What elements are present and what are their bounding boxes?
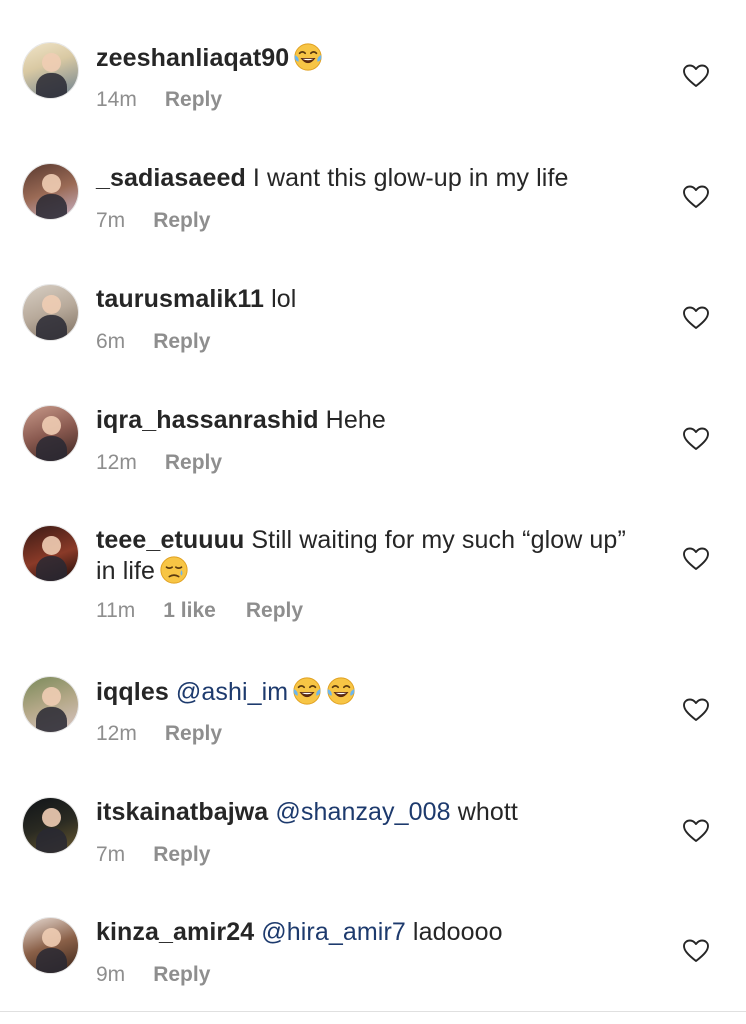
comment-timestamp: 12m <box>96 451 137 474</box>
reply-button[interactable]: Reply <box>165 450 222 476</box>
heart-outline-icon[interactable] <box>683 698 709 722</box>
reply-button[interactable]: Reply <box>153 329 210 355</box>
heart-outline-icon[interactable] <box>683 427 709 451</box>
comment-row: iqra_hassanrashid Hehe 12m Reply <box>0 405 746 525</box>
comment-username[interactable]: iqra_hassanrashid <box>96 406 319 434</box>
heart-outline-icon[interactable] <box>683 306 709 330</box>
comment-timestamp: 6m <box>96 330 126 353</box>
comment-timestamp: 11m <box>96 599 136 622</box>
comment-meta: 11m 1 like Reply <box>96 598 303 624</box>
comment-row: _sadiasaeed I want this glow-up in my li… <box>0 163 746 283</box>
comment-row: itskainatbajwa @shanzay_008 whott 7m Reply <box>0 797 746 917</box>
comment-row: kinza_amir24 @hira_amir7 ladoooo 9m Reply <box>0 917 746 1024</box>
comment-username[interactable]: _sadiasaeed <box>96 164 246 192</box>
comment-body: Hehe <box>318 406 386 434</box>
comment-row: iqqles @ashi_im 12m Reply <box>0 676 746 796</box>
comment-text: teee_etuuuu Still waiting for my such “g… <box>96 525 626 586</box>
comment-body <box>169 678 176 706</box>
heart-outline-icon[interactable] <box>683 64 709 88</box>
comment-meta: 6m Reply <box>96 329 210 355</box>
reply-button[interactable]: Reply <box>246 598 303 624</box>
reply-button[interactable]: Reply <box>165 721 222 747</box>
avatar[interactable] <box>22 525 79 582</box>
comment-text: kinza_amir24 @hira_amir7 ladoooo <box>96 917 626 947</box>
comment-row: taurusmalik11 lol 6m Reply <box>0 284 746 404</box>
comments-list: zeeshanliaqat90 14m Reply _sadiasaeed I wan… <box>0 0 746 1024</box>
comment-username[interactable]: kinza_amir24 <box>96 918 254 946</box>
comment-text: iqqles @ashi_im <box>96 676 626 707</box>
avatar[interactable] <box>22 405 79 462</box>
avatar[interactable] <box>22 797 79 854</box>
comment-username[interactable]: itskainatbajwa <box>96 798 268 826</box>
comment-meta: 9m Reply <box>96 962 210 988</box>
comment-body-after-mention: whott <box>450 798 518 826</box>
comment-text: zeeshanliaqat90 <box>96 42 626 73</box>
comment-meta: 12m Reply <box>96 450 222 476</box>
sleepy-face-emoji-icon <box>160 556 188 584</box>
comment-timestamp: 12m <box>96 722 137 745</box>
avatar[interactable] <box>22 917 79 974</box>
reply-button[interactable]: Reply <box>153 842 210 868</box>
tears-of-joy-emoji-icon <box>293 677 321 705</box>
comment-body-after-mention: ladoooo <box>405 918 503 946</box>
reply-button[interactable]: Reply <box>153 962 210 988</box>
comment-mention-link[interactable]: @hira_amir7 <box>261 918 406 946</box>
avatar[interactable] <box>22 284 79 341</box>
comment-text: _sadiasaeed I want this glow-up in my li… <box>96 163 626 193</box>
comment-meta: 12m Reply <box>96 721 222 747</box>
comment-username[interactable]: zeeshanliaqat90 <box>96 44 289 72</box>
comment-text: taurusmalik11 lol <box>96 284 626 314</box>
comment-meta: 14m Reply <box>96 87 222 113</box>
heart-outline-icon[interactable] <box>683 819 709 843</box>
comment-body: I want this glow-up in my life <box>245 164 569 192</box>
comment-body: lol <box>264 285 297 313</box>
comment-username[interactable]: iqqles <box>96 678 169 706</box>
reply-button[interactable]: Reply <box>153 208 210 234</box>
avatar[interactable] <box>22 163 79 220</box>
avatar[interactable] <box>22 676 79 733</box>
comment-meta: 7m Reply <box>96 842 210 868</box>
bottom-divider <box>0 1011 746 1012</box>
comment-timestamp: 7m <box>96 209 126 232</box>
comment-timestamp: 9m <box>96 963 126 986</box>
comment-meta: 7m Reply <box>96 208 210 234</box>
comment-mention-link[interactable]: @shanzay_008 <box>275 798 450 826</box>
comment-mention-link[interactable]: @ashi_im <box>176 678 288 706</box>
comment-timestamp: 14m <box>96 88 137 111</box>
tears-of-joy-emoji-icon <box>327 677 355 705</box>
comment-username[interactable]: taurusmalik11 <box>96 285 264 313</box>
comment-row: zeeshanliaqat90 14m Reply <box>0 42 746 162</box>
tears-of-joy-emoji-icon <box>294 43 322 71</box>
comment-like-count[interactable]: 1 like <box>163 598 216 624</box>
comment-username[interactable]: teee_etuuuu <box>96 526 244 554</box>
comment-timestamp: 7m <box>96 843 126 866</box>
heart-outline-icon[interactable] <box>683 185 709 209</box>
comment-text: itskainatbajwa @shanzay_008 whott <box>96 797 626 827</box>
comment-text: iqra_hassanrashid Hehe <box>96 405 626 435</box>
avatar[interactable] <box>22 42 79 99</box>
reply-button[interactable]: Reply <box>165 87 222 113</box>
comment-row: teee_etuuuu Still waiting for my such “g… <box>0 525 746 645</box>
heart-outline-icon[interactable] <box>683 547 709 571</box>
heart-outline-icon[interactable] <box>683 939 709 963</box>
